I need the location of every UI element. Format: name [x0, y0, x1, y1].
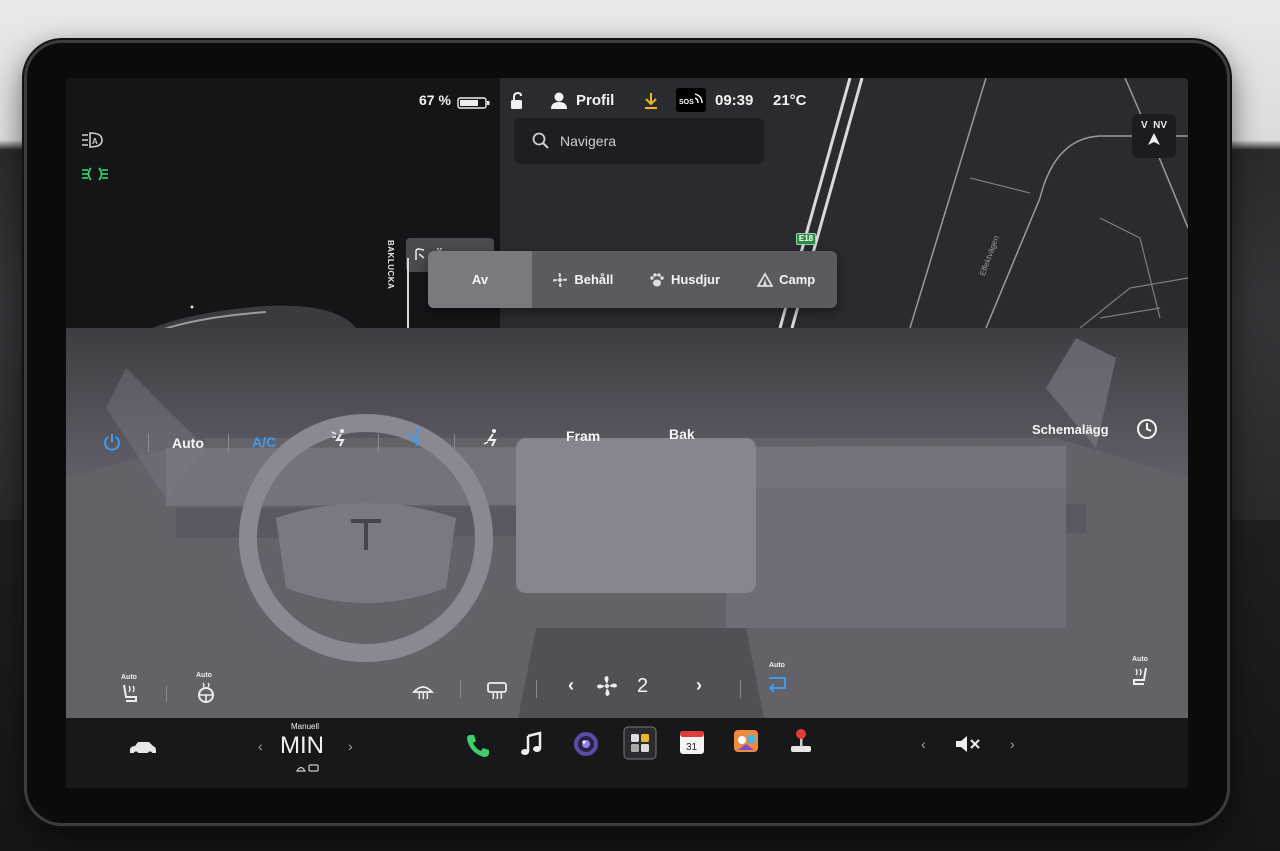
- divider: [454, 434, 455, 452]
- calendar-icon[interactable]: 31: [678, 728, 706, 756]
- trunk-icon: [415, 248, 425, 260]
- highway-shield: E18: [796, 233, 816, 245]
- outside-temperature: 21°C: [773, 92, 807, 109]
- divider: [228, 434, 229, 452]
- toybox-icon[interactable]: [732, 726, 760, 754]
- temp-decrease-button[interactable]: ‹: [258, 738, 263, 754]
- mode-keep-button[interactable]: Behåll: [532, 251, 634, 308]
- seat-heater-right-icon[interactable]: [1130, 666, 1150, 693]
- auto-headlights-icon[interactable]: A: [80, 130, 106, 155]
- recirculation-auto-label: Auto: [769, 662, 785, 669]
- seat-heat-left-auto-label: Auto: [121, 674, 137, 681]
- app-launcher-icon[interactable]: [623, 726, 657, 760]
- divider: [378, 434, 379, 452]
- climate-panel[interactable]: Auto A/C Fram Bak Schemalägg Auto: [66, 328, 1188, 728]
- ac-button[interactable]: A/C: [252, 434, 276, 450]
- divider: [166, 686, 167, 702]
- unlock-icon[interactable]: [508, 91, 526, 117]
- touchscreen: A Effektvägen E18 67 % Profil SOS 09:39 …: [66, 78, 1188, 788]
- mode-off-button[interactable]: Av: [428, 251, 532, 308]
- tent-icon: [757, 271, 774, 287]
- rear-climate-tab[interactable]: Bak: [669, 426, 695, 442]
- download-icon[interactable]: [642, 91, 660, 116]
- front-defrost-icon[interactable]: [411, 680, 435, 705]
- mode-camp-button[interactable]: Camp: [735, 251, 837, 308]
- climate-auto-button[interactable]: Auto: [172, 435, 204, 451]
- seat-heater-left-icon[interactable]: [120, 683, 140, 710]
- temperature-setting[interactable]: MIN: [280, 732, 324, 760]
- divider: [302, 434, 303, 452]
- climate-keep-mode-selector[interactable]: Av Behåll Husdjur Camp: [428, 251, 837, 308]
- front-climate-tab[interactable]: Fram: [566, 428, 600, 444]
- profile-icon[interactable]: [550, 91, 568, 116]
- compass-button[interactable]: V NV: [1132, 114, 1176, 158]
- search-icon: [532, 132, 549, 149]
- mode-dog-label: Husdjur: [670, 272, 721, 287]
- temp-mode-label: Manuell: [291, 722, 320, 731]
- volume-decrease-button[interactable]: ‹: [921, 736, 926, 752]
- schedule-button[interactable]: Schemalägg: [1032, 422, 1109, 437]
- divider: [460, 680, 461, 698]
- svg-text:31: 31: [686, 742, 698, 753]
- mode-off-label: Av: [471, 272, 489, 287]
- battery-percent: 67 %: [419, 92, 451, 108]
- mode-keep-label: Behåll: [574, 272, 614, 287]
- trunk-indicator-line: [407, 258, 409, 333]
- svg-text:A: A: [92, 137, 98, 146]
- fan-speed-value: 2: [637, 675, 649, 697]
- cabin-render: [66, 338, 1188, 728]
- fan-keep-icon: [553, 272, 568, 287]
- paw-icon: [650, 272, 664, 286]
- compass-heading: V NV: [1140, 120, 1168, 131]
- heading-arrow-icon: [1148, 133, 1160, 145]
- arcade-joystick-icon[interactable]: [787, 726, 815, 754]
- music-icon[interactable]: [518, 730, 546, 758]
- phone-icon[interactable]: [464, 731, 492, 759]
- defrost-mini-icon: [295, 760, 320, 778]
- bottom-dock: ‹ Manuell MIN › 31 ‹ ›: [66, 718, 1188, 788]
- profile-button[interactable]: Profil: [576, 92, 614, 109]
- camera-icon[interactable]: [572, 730, 600, 758]
- battery-icon[interactable]: [457, 96, 491, 114]
- fan-decrease-button[interactable]: ‹: [568, 675, 574, 696]
- divider: [536, 680, 537, 698]
- clock: 09:39: [715, 92, 754, 109]
- photo-scene: A Effektvägen E18 67 % Profil SOS 09:39 …: [0, 0, 1280, 851]
- trunk-label: BAKLUCKA: [386, 240, 395, 290]
- volume-increase-button[interactable]: ›: [1010, 736, 1015, 752]
- temp-increase-button[interactable]: ›: [348, 738, 353, 754]
- divider: [148, 434, 149, 452]
- svg-text:SOS: SOS: [679, 99, 694, 106]
- sos-icon[interactable]: SOS: [676, 88, 706, 112]
- recirculation-icon[interactable]: [766, 674, 788, 699]
- search-placeholder: Navigera: [560, 133, 617, 149]
- rear-defrost-icon[interactable]: [486, 680, 508, 705]
- fan-increase-button[interactable]: ›: [696, 675, 702, 696]
- divider: [740, 680, 741, 698]
- navigate-search-input[interactable]: Navigera: [514, 118, 764, 164]
- seat-heat-right-auto-label: Auto: [1132, 656, 1148, 663]
- fan-icon: [596, 675, 618, 702]
- parking-lights-icon[interactable]: [80, 164, 110, 189]
- wheel-heat-auto-label: Auto: [196, 672, 212, 679]
- volume-mute-icon[interactable]: [954, 734, 982, 759]
- mode-dog-button[interactable]: Husdjur: [634, 251, 736, 308]
- car-icon[interactable]: [128, 740, 158, 763]
- steering-wheel-heater-icon[interactable]: [196, 682, 216, 709]
- mode-camp-label: Camp: [779, 272, 816, 287]
